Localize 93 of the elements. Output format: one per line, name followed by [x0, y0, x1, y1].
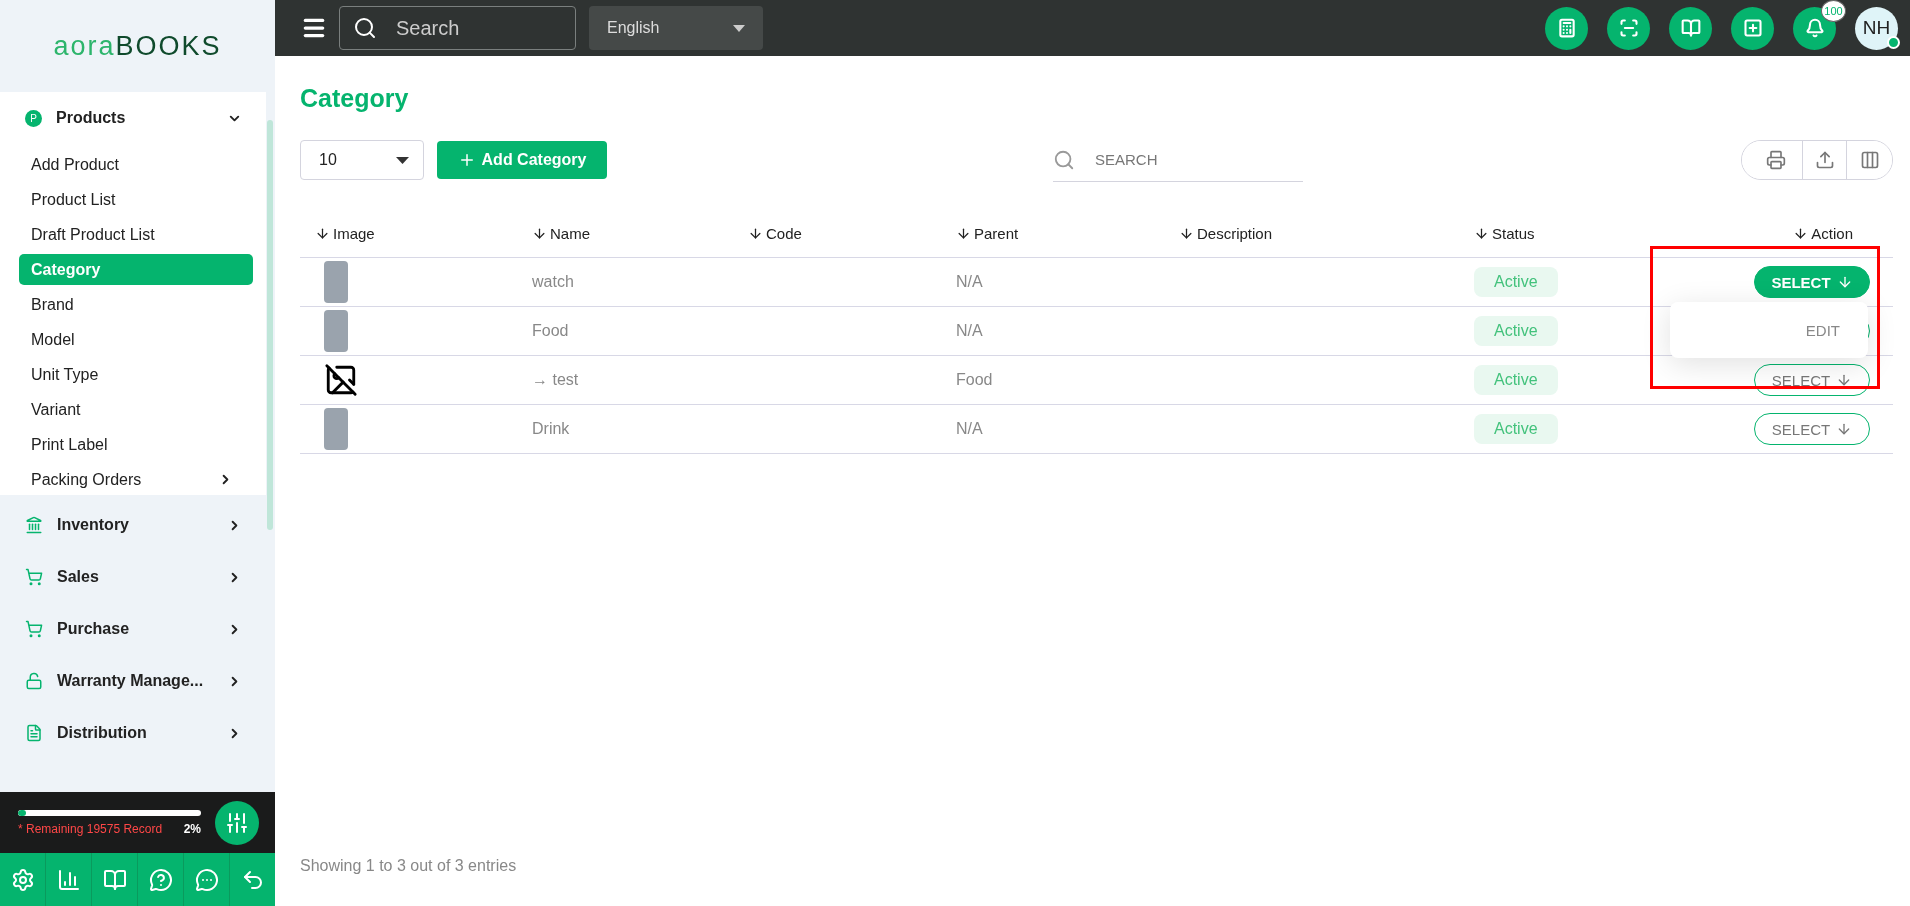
chat-icon: [194, 867, 219, 892]
cart-icon: [25, 568, 43, 586]
section-label: Purchase: [57, 620, 131, 638]
column-header[interactable]: Image: [300, 225, 517, 242]
sidebar-item[interactable]: Model: [19, 324, 253, 355]
sidebar-item[interactable]: Packing Orders: [19, 464, 253, 495]
calculator-icon: [1556, 18, 1577, 38]
book-icon: [1680, 18, 1701, 38]
name-cell-text: Drink: [531, 420, 571, 438]
sidebar-item[interactable]: Print Label: [19, 429, 253, 460]
sidebar-section[interactable]: Warranty Manage...: [0, 655, 266, 707]
add-icon: [1742, 18, 1763, 38]
sidebar-item[interactable]: Variant: [19, 394, 253, 425]
sidebar-section[interactable]: Inventory: [0, 499, 266, 551]
caret-icon: [396, 156, 409, 164]
sort-arrow-icon: [1474, 226, 1489, 241]
sort-arrow-icon: [1793, 226, 1809, 241]
bell-icon: [1804, 18, 1825, 38]
no-image-icon: [324, 363, 358, 397]
parent-cell-text: N/A: [955, 322, 984, 340]
column-header[interactable]: Description: [1164, 225, 1459, 242]
sidebar-item[interactable]: Add Product: [19, 149, 253, 180]
name-cell-text: Food: [531, 322, 570, 340]
language-select[interactable]: English: [589, 6, 763, 50]
select-button[interactable]: SELECT: [1754, 413, 1870, 445]
sort-arrow-icon: [956, 226, 971, 241]
product-icon: P: [25, 109, 42, 127]
photo-placeholder: [324, 310, 348, 352]
usage-percent: 2%: [183, 821, 201, 836]
status-badge: Active: [1474, 267, 1558, 297]
sidebar-section[interactable]: P Products: [0, 92, 266, 144]
section-label: Distribution: [57, 724, 148, 742]
sidebar-section[interactable]: Purchase: [0, 603, 266, 655]
column-header[interactable]: Parent: [941, 225, 1164, 242]
book-icon: [102, 867, 127, 892]
entries-info: Showing 1 to 3 out of 3 entries: [300, 857, 518, 875]
page-title: Category: [300, 84, 410, 114]
sort-arrow-icon: [315, 226, 330, 241]
sidebar-item[interactable]: Draft Product List: [19, 219, 253, 250]
sidebar-item[interactable]: Product List: [19, 184, 253, 215]
photo-placeholder: [324, 261, 348, 303]
book-button[interactable]: [1669, 6, 1712, 50]
scrollbar[interactable]: [267, 120, 273, 530]
section-label: Warranty Manage...: [57, 672, 205, 690]
remaining-records: * Remaining 19575 Record: [18, 821, 163, 836]
sort-arrow-icon: [1179, 226, 1194, 241]
parent-cell-text: N/A: [955, 273, 984, 291]
section-label: Inventory: [57, 516, 130, 534]
user-avatar[interactable]: NH: [1855, 6, 1898, 50]
upload-icon: [1814, 150, 1835, 170]
scan-icon: [1618, 18, 1639, 38]
help-icon: [148, 867, 173, 892]
scan-button[interactable]: [1607, 6, 1650, 50]
column-header[interactable]: Status: [1459, 225, 1739, 242]
print-icon: [1766, 150, 1786, 170]
parent-cell-text: Food: [955, 371, 994, 389]
page-size-select[interactable]: 10: [300, 140, 424, 180]
photo-placeholder: [324, 408, 348, 450]
name-cell-text: → test: [531, 371, 580, 389]
status-badge: Active: [1474, 414, 1558, 444]
section-label: Sales: [57, 568, 100, 586]
settings-icon: [10, 867, 35, 892]
sort-arrow-icon: [532, 226, 547, 241]
padlock-icon: [25, 672, 43, 690]
columns-icon: [1859, 150, 1880, 170]
sliders-icon: [225, 810, 249, 835]
brand-logo: aoraBOOKS: [53, 30, 222, 62]
column-header[interactable]: Action: [1739, 225, 1893, 242]
search-icon: [353, 16, 377, 40]
bar-chart-icon: [56, 867, 81, 892]
caret-icon: [733, 24, 745, 32]
section-label: Products: [56, 109, 127, 127]
notification-badge: 100: [1821, 0, 1846, 22]
column-header[interactable]: Name: [517, 225, 733, 242]
calculator-button[interactable]: [1545, 6, 1588, 50]
add-button[interactable]: [1731, 6, 1774, 50]
parent-cell-text: N/A: [955, 420, 984, 438]
sidebar-item[interactable]: Unit Type: [19, 359, 253, 390]
sidebar-item[interactable]: Brand: [19, 289, 253, 320]
column-header[interactable]: Code: [733, 225, 941, 242]
sort-arrow-icon: [748, 226, 763, 241]
search-field[interactable]: Search: [339, 6, 576, 50]
sidebar-section[interactable]: Sales: [0, 551, 266, 603]
sidebar-section[interactable]: Distribution: [0, 707, 266, 759]
menu-item[interactable]: EDIT: [1797, 317, 1848, 343]
status-badge: Active: [1474, 365, 1558, 395]
cart-icon: [25, 620, 43, 638]
sliders-button[interactable]: [215, 800, 259, 845]
bank-icon: [25, 516, 43, 534]
status-badge: Active: [1474, 316, 1558, 346]
columns-button[interactable]: [1846, 141, 1892, 179]
document-icon: [25, 724, 43, 742]
name-cell-text: watch: [531, 273, 575, 291]
